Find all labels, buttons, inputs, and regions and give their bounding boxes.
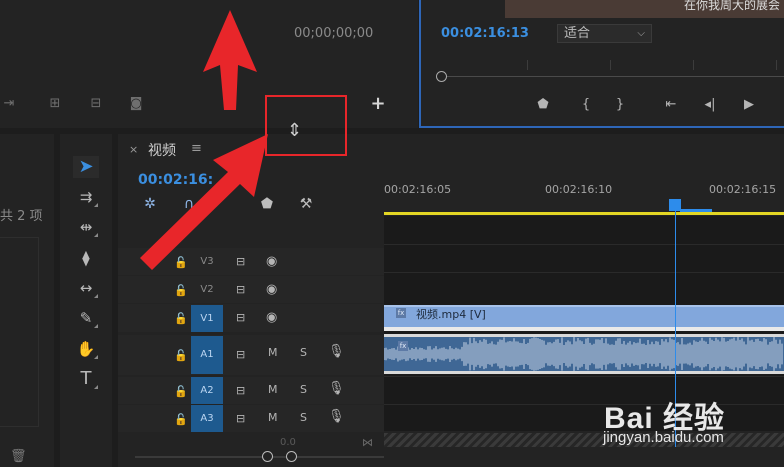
watermark-url: jingyan.baidu.com	[603, 429, 724, 446]
arrow-up-icon	[203, 10, 257, 110]
arrow-diagonal-icon	[140, 134, 268, 270]
